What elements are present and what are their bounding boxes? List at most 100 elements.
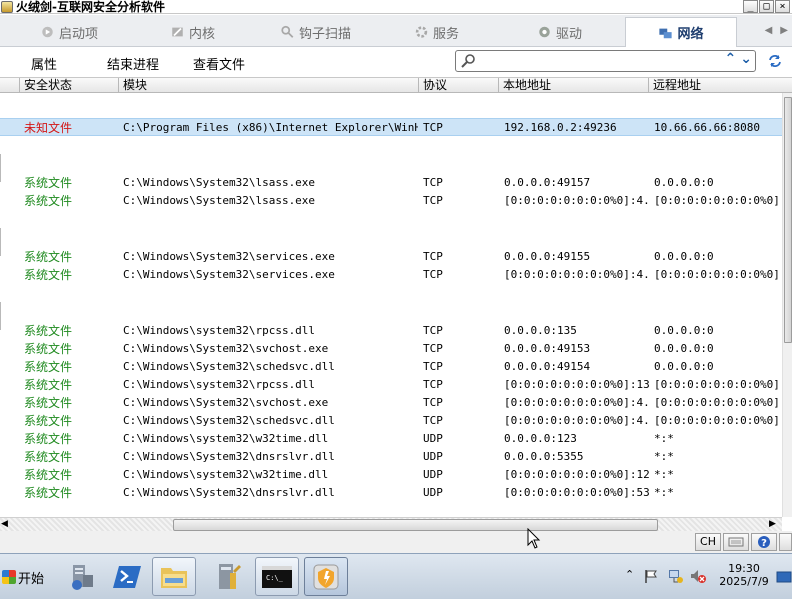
row-protocol: UDP (423, 486, 443, 499)
ime-language-indicator[interactable]: CH (695, 533, 721, 551)
tools-taskbar-item[interactable] (206, 557, 250, 596)
row-security-status: 系统文件 (24, 342, 73, 356)
vertical-scroll-thumb[interactable] (784, 97, 792, 343)
tab-network[interactable]: 网络 (625, 17, 737, 47)
language-bar-options-icon[interactable] (779, 533, 792, 551)
tab-drivers[interactable]: 驱动 (537, 17, 582, 47)
start-button[interactable]: 开始 (0, 559, 45, 595)
row-remote-address: 0.0.0.0:0 (654, 360, 714, 373)
row-local-address: 0.0.0.0:135 (504, 324, 577, 337)
keyboard-icon[interactable] (723, 533, 749, 551)
row-remote-address: 0.0.0.0:0 (654, 342, 714, 355)
search-next-icon[interactable]: ⌄ (740, 51, 752, 67)
table-row[interactable]: 系统文件 C:\Windows\system32\w32time.dll UDP… (0, 430, 782, 448)
row-remote-address: *:* (654, 432, 674, 445)
table-row[interactable]: 未知文件 C:\Program Files (x86)\Internet Exp… (0, 118, 782, 136)
help-icon[interactable]: ? (751, 533, 777, 551)
table-row[interactable]: 系统文件 C:\Windows\System32\dnsrslvr.dll UD… (0, 448, 782, 466)
view-file-button[interactable]: 查看文件 (193, 54, 245, 73)
windows-logo-icon (2, 570, 16, 584)
tab-hook-scan[interactable]: 钩子扫描 (280, 17, 351, 47)
table-row[interactable]: 系统文件 C:\Windows\System32\svchost.exe TCP… (0, 394, 782, 412)
mouse-cursor-icon (527, 528, 541, 549)
tab-startup[interactable]: 启动项 (40, 17, 98, 47)
huorong-shield-icon (313, 564, 339, 589)
row-security-status: 系统文件 (24, 268, 73, 282)
powershell-taskbar-item[interactable] (106, 557, 150, 596)
tab-services[interactable]: 服务 (414, 17, 459, 47)
table-row[interactable]: 系统文件 C:\Windows\system32\rpcss.dll TCP [… (0, 376, 782, 394)
search-icon (461, 54, 475, 68)
scroll-right-arrow-icon[interactable]: ▶ (769, 519, 776, 529)
row-security-status: 未知文件 (24, 121, 73, 135)
row-security-status: 系统文件 (24, 432, 73, 446)
close-button[interactable]: × (775, 0, 790, 13)
taskbar: 开始 C:\_ ⌃ 19:30 2025/7/9 (0, 553, 792, 599)
horizontal-scrollbar[interactable]: ◀ ▶ (0, 517, 782, 531)
table-header: 安全状态 模块 协议 本地地址 远程地址 (0, 77, 792, 93)
volume-muted-icon[interactable] (689, 567, 707, 585)
row-remote-address: [0:0:0:0:0:0:0:0%0]:0 (654, 396, 782, 409)
table-row[interactable]: 系统文件 C:\Windows\System32\lsass.exe TCP 0… (0, 174, 782, 192)
scroll-left-arrow-icon[interactable]: ◀ (1, 519, 8, 529)
column-remote-address[interactable]: 远程地址 (648, 78, 792, 93)
show-hidden-icons-icon[interactable]: ⌃ (625, 568, 634, 581)
row-security-status: 系统文件 (24, 194, 73, 208)
tab-scroll-right-icon[interactable]: ▶ (780, 25, 788, 36)
row-protocol: TCP (423, 176, 443, 189)
svg-text:?: ? (761, 538, 767, 549)
row-module: C:\Windows\System32\dnsrslvr.dll (123, 486, 335, 499)
clock[interactable]: 19:30 2025/7/9 (714, 562, 774, 588)
server-manager-taskbar-item[interactable] (59, 557, 103, 596)
table-row[interactable]: 系统文件 C:\Windows\System32\services.exe TC… (0, 248, 782, 266)
tab-drivers-label: 驱动 (556, 26, 583, 42)
minimize-button[interactable]: _ (743, 0, 758, 13)
row-local-address: [0:0:0:0:0:0:0:0%0]:4... (504, 396, 650, 409)
table-row[interactable]: 系统文件 C:\Windows\System32\services.exe TC… (0, 266, 782, 284)
row-local-address: [0:0:0:0:0:0:0:0%0]:135 (504, 378, 650, 391)
command-prompt-icon: C:\_ (262, 565, 292, 588)
row-module: C:\Program Files (x86)\Internet Explorer… (123, 121, 418, 134)
row-module: C:\Windows\System32\svchost.exe (123, 342, 329, 355)
maximize-button[interactable]: □ (759, 0, 774, 13)
column-module[interactable]: 模块 (118, 78, 418, 93)
tab-kernel-label: 内核 (189, 26, 216, 42)
table-row[interactable]: 系统文件 C:\Windows\system32\rpcss.dll TCP 0… (0, 322, 782, 340)
search-input[interactable] (480, 53, 710, 69)
row-local-address: 0.0.0.0:5355 (504, 450, 584, 463)
show-desktop-icon[interactable] (776, 570, 792, 584)
connection-table: 未知文件 C:\Program Files (x86)\Internet Exp… (0, 93, 782, 517)
table-row[interactable]: 系统文件 C:\Windows\System32\schedsvc.dll TC… (0, 412, 782, 430)
column-protocol[interactable]: 协议 (418, 78, 498, 93)
properties-button[interactable]: 属性 (31, 54, 57, 73)
huorong-sword-taskbar-item[interactable] (304, 557, 348, 596)
table-row[interactable]: 系统文件 C:\Windows\System32\dnsrslvr.dll UD… (0, 484, 782, 502)
row-security-status: 系统文件 (24, 450, 73, 464)
row-protocol: TCP (423, 414, 443, 427)
tab-kernel[interactable]: 内核 (170, 17, 215, 47)
vertical-scrollbar[interactable] (782, 93, 792, 517)
row-module: C:\Windows\system32\rpcss.dll (123, 324, 316, 337)
network-tray-icon[interactable] (667, 567, 685, 585)
table-row[interactable]: 系统文件 C:\Windows\System32\svchost.exe TCP… (0, 340, 782, 358)
row-module: C:\Windows\System32\svchost.exe (123, 396, 329, 409)
tab-scroll-left-icon[interactable]: ◀ (765, 25, 773, 36)
cmd-taskbar-item[interactable]: C:\_ (255, 557, 299, 596)
column-security-status[interactable]: 安全状态 (19, 78, 118, 93)
row-local-address: 0.0.0.0:49157 (504, 176, 591, 189)
column-local-address[interactable]: 本地地址 (498, 78, 648, 93)
main-tab-bar: 启动项 内核 钩子扫描 服务 驱动 网络 ◀ ▶ (0, 15, 792, 47)
end-process-button[interactable]: 结束进程 (107, 54, 159, 73)
action-center-flag-icon[interactable] (643, 568, 659, 584)
table-row[interactable]: 系统文件 C:\Windows\system32\w32time.dll UDP… (0, 466, 782, 484)
search-prev-icon[interactable]: ⌃ (725, 51, 737, 67)
table-row[interactable]: 系统文件 C:\Windows\System32\lsass.exe TCP [… (0, 192, 782, 210)
row-local-address: [0:0:0:0:0:0:0:0%0]:4... (504, 414, 650, 427)
explorer-taskbar-item[interactable] (152, 557, 196, 596)
row-module: C:\Windows\system32\rpcss.dll (123, 378, 316, 391)
table-row[interactable]: 系统文件 C:\Windows\System32\schedsvc.dll TC… (0, 358, 782, 376)
refresh-icon[interactable] (767, 53, 783, 69)
horizontal-scroll-thumb[interactable] (173, 519, 658, 531)
row-protocol: TCP (423, 121, 443, 134)
row-module: C:\Windows\System32\lsass.exe (123, 194, 316, 207)
